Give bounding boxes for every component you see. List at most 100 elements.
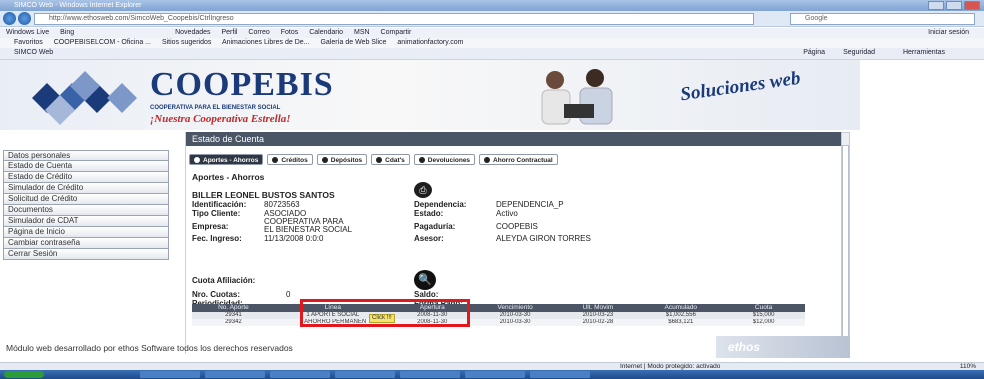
- tab-cdats[interactable]: Cdat's: [371, 154, 410, 165]
- site-logo[interactable]: COOPEBIS: [150, 66, 334, 104]
- label-dependencia: Dependencia:: [414, 200, 467, 209]
- sidebar-item-simulador-cdat[interactable]: Simulador de CDAT: [3, 216, 169, 227]
- favorites-item[interactable]: Favoritos: [14, 39, 43, 46]
- sidebar-item-pagina-inicio[interactable]: Página de Inicio: [3, 227, 169, 238]
- click-tooltip: Click !!!: [369, 314, 395, 323]
- scrollbar-thumb[interactable]: [842, 145, 849, 341]
- sign-in-link[interactable]: Iniciar sesión: [928, 28, 969, 38]
- maximize-button[interactable]: [946, 1, 962, 10]
- sidebar-item-datos-personales[interactable]: Datos personales: [3, 150, 169, 161]
- window-title: SIMCO Web - Windows Internet Explorer: [14, 2, 142, 9]
- sidebar-item-solicitud-credito[interactable]: Solicitud de Crédito: [3, 194, 169, 205]
- label-saldo: Saldo:: [414, 290, 439, 299]
- value-nro-cuotas: 0: [286, 290, 291, 299]
- back-icon[interactable]: [3, 12, 16, 25]
- close-button[interactable]: [964, 1, 980, 10]
- search-zoom-icon[interactable]: 🔍: [414, 270, 436, 290]
- sidebar-menu: Datos personales Estado de Cuenta Estado…: [3, 150, 169, 260]
- taskbar-button[interactable]: [335, 371, 395, 378]
- favorites-item[interactable]: Sitios sugeridos: [162, 39, 211, 46]
- tab-depositos[interactable]: Depósitos: [316, 154, 368, 165]
- links-item[interactable]: Correo: [248, 29, 269, 36]
- tab-label: Devoluciones: [427, 157, 471, 164]
- cell: $683,121: [668, 319, 694, 325]
- status-bar: Internet | Modo protegido: activado 110%: [0, 362, 984, 370]
- links-item[interactable]: Novedades: [175, 29, 210, 36]
- cell: 29341: [225, 312, 242, 318]
- cell: $12,000: [752, 319, 775, 325]
- browser-tab[interactable]: SIMCO Web: [14, 49, 53, 56]
- label-estado: Estado:: [414, 209, 444, 218]
- panel-scrollbar[interactable]: [841, 132, 850, 354]
- tab-bullet-icon: [194, 157, 200, 163]
- cell: 2010-03-23: [582, 312, 614, 318]
- tab-label: Depósitos: [330, 157, 363, 164]
- links-item[interactable]: Perfil: [221, 29, 237, 36]
- command-tools[interactable]: Herramientas: [903, 48, 945, 58]
- taskbar-button[interactable]: [270, 371, 330, 378]
- sidebar-item-estado-credito[interactable]: Estado de Crédito: [3, 172, 169, 183]
- sidebar-item-cambiar-contrasena[interactable]: Cambiar contraseña: [3, 238, 169, 249]
- col-cuota[interactable]: Cuota: [722, 304, 805, 312]
- tab-bar: SIMCO Web Página Seguridad Herramientas: [0, 48, 984, 60]
- forward-icon[interactable]: [18, 12, 31, 25]
- sidebar-item-estado-cuenta[interactable]: Estado de Cuenta: [3, 161, 169, 172]
- label-empresa: Empresa:: [192, 222, 229, 231]
- tab-bullet-icon: [321, 157, 328, 163]
- account-tabs: Aportes - Ahorros Créditos Depósitos Cda…: [189, 154, 558, 165]
- taskbar-button[interactable]: [140, 371, 200, 378]
- page-content: COOPEBIS COOPERATIVA PARA EL BIENESTAR S…: [0, 60, 984, 362]
- favorites-item[interactable]: COOPEBISELCOM - Oficina ...: [54, 39, 151, 46]
- links-item[interactable]: Fotos: [281, 29, 299, 36]
- section-title: Aportes - Ahorros: [192, 172, 265, 182]
- table-row[interactable]: 29341 1 APORTE SOCIAL 2008-11-30 2010-03…: [192, 312, 805, 319]
- cell: 2010-02-28: [582, 319, 614, 325]
- cell: 29342: [225, 319, 242, 325]
- label-nro-cuotas: Nro. Cuotas:: [192, 290, 240, 299]
- label-asesor: Asesor:: [414, 234, 444, 243]
- links-item[interactable]: MSN: [354, 29, 370, 36]
- cell: $1,002,556: [665, 312, 696, 318]
- search-input[interactable]: Google: [790, 13, 975, 25]
- taskbar-button[interactable]: [530, 371, 590, 378]
- command-security[interactable]: Seguridad: [843, 48, 875, 58]
- links-item[interactable]: Bing: [60, 29, 74, 36]
- sidebar-item-documentos[interactable]: Documentos: [3, 205, 169, 216]
- minimize-button[interactable]: [928, 1, 944, 10]
- tab-label: Ahorro Contractual: [493, 157, 553, 164]
- address-bar: http://www.ethosweb.com/SimcoWeb_Coopebi…: [0, 11, 984, 27]
- start-button[interactable]: [4, 371, 44, 378]
- tab-devoluciones[interactable]: Devoluciones: [413, 154, 476, 165]
- table-row[interactable]: 29342 2 AHORRO PERMANEN 2008-11-30 2010-…: [192, 319, 805, 326]
- col-vencimiento[interactable]: Vencimiento: [474, 304, 557, 312]
- col-ult-movim[interactable]: Ult. Movim: [557, 304, 640, 312]
- links-bar: Windows Live Bing Novedades Perfil Corre…: [0, 28, 984, 38]
- favorites-item[interactable]: Galería de Web Slice: [320, 39, 386, 46]
- command-page[interactable]: Página: [803, 48, 825, 58]
- label-fec-ingreso: Fec. Ingreso:: [192, 234, 242, 243]
- tab-aportes-ahorros[interactable]: Aportes - Ahorros: [189, 154, 264, 165]
- favorites-item[interactable]: Animaciones Libres de De...: [222, 39, 310, 46]
- window-controls: [928, 1, 980, 10]
- tab-label: Cdat's: [385, 157, 405, 164]
- tab-creditos[interactable]: Créditos: [267, 154, 313, 165]
- url-input[interactable]: http://www.ethosweb.com/SimcoWeb_Coopebi…: [34, 13, 754, 25]
- links-item[interactable]: Windows Live: [6, 29, 49, 36]
- label-pagaduria: Pagaduría:: [414, 222, 456, 231]
- sidebar-item-cerrar-sesion[interactable]: Cerrar Sesión: [3, 249, 169, 260]
- taskbar-button[interactable]: [205, 371, 265, 378]
- col-acumulado[interactable]: Acumulado: [639, 304, 722, 312]
- links-item[interactable]: Calendario: [309, 29, 343, 36]
- links-item[interactable]: Compartir: [381, 29, 412, 36]
- tab-ahorro-contractual[interactable]: Ahorro Contractual: [479, 154, 558, 165]
- taskbar-button[interactable]: [400, 371, 460, 378]
- col-no-aporte[interactable]: No. Aporte: [192, 304, 275, 312]
- tab-bullet-icon: [272, 157, 279, 163]
- taskbar-button[interactable]: [465, 371, 525, 378]
- logo-subtitle: COOPERATIVA PARA EL BIENESTAR SOCIAL: [150, 105, 281, 111]
- label-identificacion: Identificación:: [192, 200, 247, 209]
- sidebar-item-simulador-credito[interactable]: Simulador de Crédito: [3, 183, 169, 194]
- favorites-item[interactable]: animationfactory.com: [397, 39, 463, 46]
- label-tipo-cliente: Tipo Cliente:: [192, 209, 241, 218]
- print-icon[interactable]: ⎙: [414, 182, 432, 198]
